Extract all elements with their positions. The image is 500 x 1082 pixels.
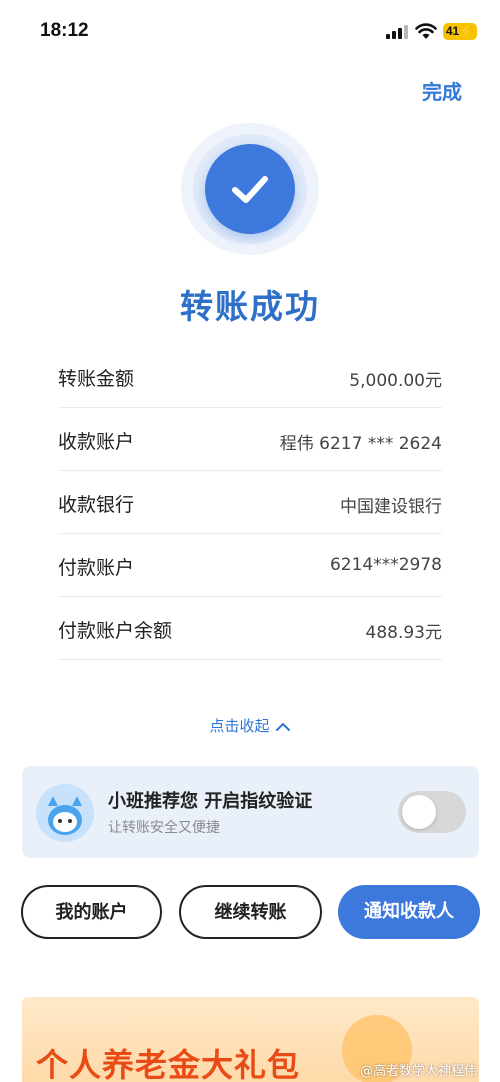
status-time: 18:12 <box>40 20 89 41</box>
mascot-avatar <box>36 784 94 842</box>
watermark: @高者数学大神程伟 <box>360 1064 478 1079</box>
detail-label: 付款账户余额 <box>58 620 173 642</box>
notify-payee-button[interactable]: 通知收款人 <box>338 885 480 939</box>
detail-row-payer-account: 付款账户 6214***2978 <box>58 534 442 597</box>
my-account-button[interactable]: 我的账户 <box>21 885 162 939</box>
signal-icon <box>386 25 408 39</box>
detail-row-payee-bank: 收款银行 中国建设银行 <box>58 471 442 534</box>
detail-label: 付款账户 <box>58 557 135 579</box>
checkmark-icon <box>205 144 295 234</box>
detail-value: 6214***2978 <box>329 555 442 575</box>
detail-value: 5,000.00元 <box>349 371 442 391</box>
toggle-knob <box>402 795 436 829</box>
detail-value: 程伟 6217 *** 2624 <box>279 434 442 454</box>
battery-icon: 41⚡ <box>443 23 477 40</box>
battery-level: 41 <box>445 24 460 38</box>
detail-row-payee-account: 收款账户 程伟 6217 *** 2624 <box>58 408 442 471</box>
banner-text: 个人养老金大礼包 <box>36 1046 301 1082</box>
chevron-up-icon <box>275 722 290 731</box>
fingerprint-toggle[interactable] <box>398 791 466 833</box>
recommend-subtitle: 让转账安全又便捷 <box>108 820 220 836</box>
status-bar: 18:12 41⚡ <box>0 0 500 62</box>
detail-label: 收款账户 <box>58 431 135 453</box>
detail-label: 收款银行 <box>58 494 135 516</box>
detail-label: 转账金额 <box>58 368 135 390</box>
done-button[interactable]: 完成 <box>422 76 462 105</box>
detail-row-amount: 转账金额 5,000.00元 <box>58 345 442 408</box>
collapse-label: 点击收起 <box>209 717 270 735</box>
detail-value: 488.93元 <box>365 623 442 643</box>
recommend-title: 小班推荐您 开启指纹验证 <box>108 791 313 812</box>
fingerprint-recommend-card: 小班推荐您 开启指纹验证 让转账安全又便捷 <box>22 766 479 858</box>
continue-transfer-button[interactable]: 继续转账 <box>179 885 322 939</box>
collapse-details-link[interactable]: 点击收起 <box>0 715 500 736</box>
transfer-details: 转账金额 5,000.00元 收款账户 程伟 6217 *** 2624 收款银… <box>58 345 442 660</box>
detail-row-payer-balance: 付款账户余额 488.93元 <box>58 597 442 660</box>
result-title: 转账成功 <box>180 287 320 326</box>
wifi-icon <box>415 23 437 39</box>
detail-value: 中国建设银行 <box>340 497 442 517</box>
